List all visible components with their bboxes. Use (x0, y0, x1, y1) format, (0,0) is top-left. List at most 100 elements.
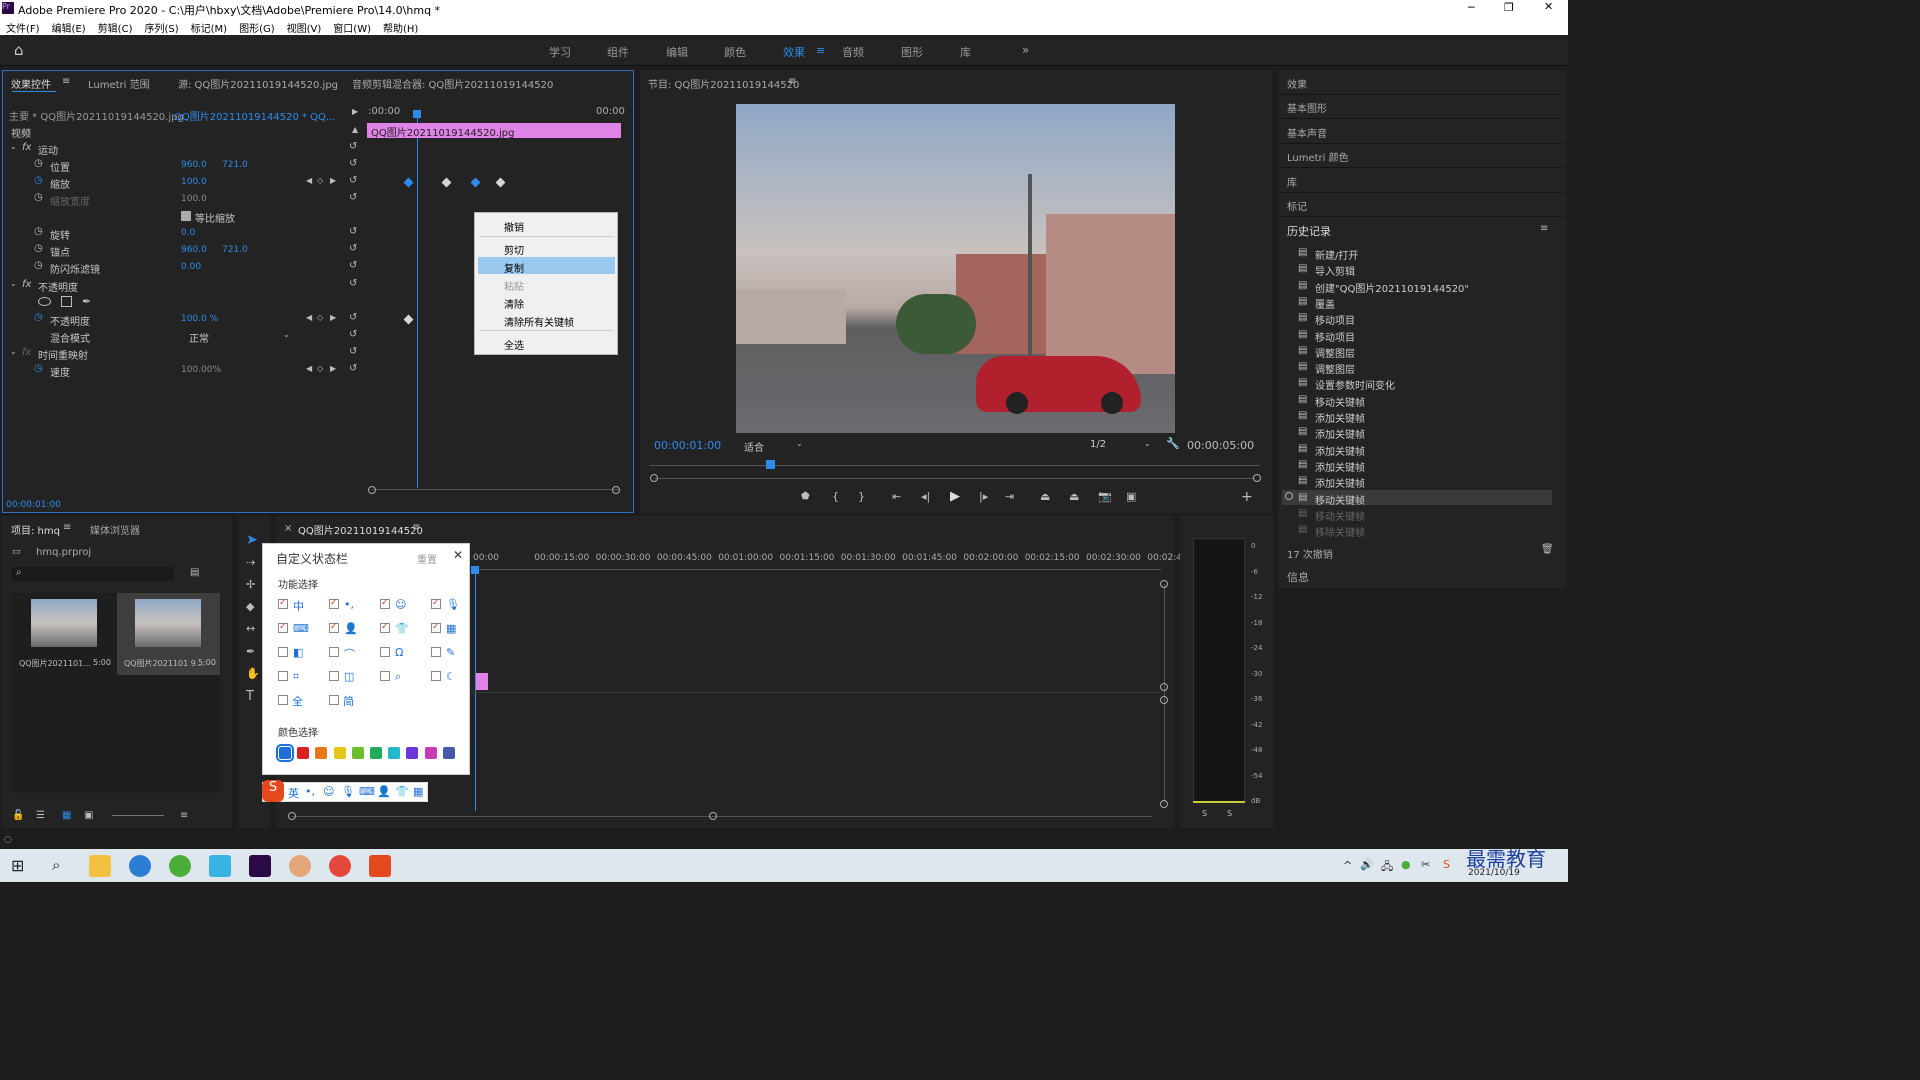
uniform-scale-checkbox[interactable] (181, 211, 191, 221)
ime-option-checkbox[interactable] (278, 695, 288, 705)
flicker-row-value[interactable]: 0.00 (181, 262, 201, 272)
history-item[interactable]: 覆盖 (1315, 296, 1335, 311)
button-editor-icon[interactable]: + (1241, 489, 1253, 505)
reset-icon[interactable]: ↺ (349, 192, 357, 203)
chevron-down-icon[interactable]: ⌄ (796, 439, 803, 448)
stopwatch-icon[interactable]: ◷ (34, 226, 43, 237)
ime-option-checkbox[interactable] (431, 598, 441, 609)
edge-browser-icon[interactable] (129, 855, 151, 877)
history-item[interactable]: 移动关键帧 (1315, 508, 1365, 523)
rotation-row-value[interactable]: 0.0 (181, 228, 195, 238)
tab-project[interactable]: 项目: hmq (11, 522, 60, 537)
reset-icon[interactable]: ↺ (349, 226, 357, 237)
effect-controls-timecode[interactable]: 00:00:01:00 (6, 500, 61, 510)
lift-icon[interactable]: ⏏ (1040, 490, 1050, 503)
workspace-tab[interactable]: 编辑 (666, 44, 688, 60)
app-icon[interactable] (169, 855, 191, 877)
stopwatch-icon[interactable]: ◷ (34, 312, 43, 323)
opacity-row-value[interactable]: 100.0 % (181, 314, 218, 324)
ime-option-checkbox[interactable] (329, 598, 339, 609)
right-panel-tab[interactable]: 效果 (1287, 76, 1307, 91)
reset-icon[interactable]: ↺ (349, 141, 357, 152)
stopwatch-icon[interactable]: ◷ (34, 363, 43, 374)
tab-lumetri-scopes[interactable]: Lumetri 范围 (88, 76, 150, 91)
panel-menu-icon[interactable]: ≡ (62, 76, 70, 87)
step-forward-icon[interactable]: |▸ (979, 490, 988, 503)
premiere-taskbar-icon[interactable] (249, 855, 271, 877)
color-swatch[interactable] (333, 747, 346, 759)
close-tab-icon[interactable]: × (284, 523, 292, 534)
program-monitor-title[interactable]: 节目: QQ图片20211019144520 (648, 76, 799, 91)
scroll-handle-icon[interactable] (368, 486, 376, 494)
history-item[interactable]: 移除关键帧 (1315, 524, 1365, 539)
skin-icon[interactable]: 👕 (395, 785, 409, 798)
close-icon[interactable]: ✕ (1544, 0, 1553, 13)
add-keyframe-icon[interactable]: ◇ (317, 313, 323, 322)
new-bin-icon[interactable]: ▤ (190, 567, 199, 578)
ime-option-checkbox[interactable] (380, 647, 390, 657)
ime-option-checkbox[interactable] (431, 671, 441, 681)
solo-button[interactable]: S (1202, 809, 1207, 818)
scale-row-value[interactable]: 100.0 (181, 177, 207, 187)
mark-out-icon[interactable]: } (858, 490, 865, 503)
scroll-handle-icon[interactable] (1160, 696, 1168, 704)
scroll-handle-icon[interactable] (612, 486, 620, 494)
menu-item[interactable]: 序列(S) (144, 24, 178, 35)
ime-option-checkbox[interactable] (380, 622, 390, 633)
timeline-clip[interactable] (476, 673, 488, 690)
home-icon[interactable]: ⌂ (14, 41, 24, 59)
tab-source[interactable]: 源: QQ图片20211019144520.jpg (178, 76, 338, 91)
right-panel-tab[interactable]: 基本声音 (1287, 125, 1327, 140)
reset-icon[interactable]: ↺ (349, 175, 357, 186)
toolbox-icon[interactable]: ▦ (413, 785, 423, 798)
reset-icon[interactable]: ↺ (349, 260, 357, 271)
menu-item-undo[interactable]: 撤销 (504, 219, 524, 234)
scroll-handle-icon[interactable] (1160, 800, 1168, 808)
color-swatch[interactable] (388, 747, 401, 759)
hand-tool-icon[interactable]: ✋ (246, 667, 260, 680)
minimize-icon[interactable]: ─ (1468, 1, 1475, 14)
freeform-view-icon[interactable]: ▣ (84, 810, 93, 821)
ime-option-checkbox[interactable] (329, 695, 339, 705)
solo-button[interactable]: S (1227, 809, 1232, 818)
scroll-handle-icon[interactable] (1160, 580, 1168, 588)
chrome-icon[interactable] (329, 855, 351, 877)
history-item[interactable]: 添加关键帧 (1315, 410, 1365, 425)
slip-tool-icon[interactable]: ↔ (246, 622, 255, 635)
tab-audio-clip-mixer[interactable]: 音频剪辑混合器: QQ图片20211019144520 (352, 76, 553, 91)
tray-app-icon[interactable]: ✂ (1421, 858, 1430, 871)
rectangle-mask-icon[interactable] (61, 296, 72, 307)
collapse-arrow-icon[interactable]: ⌄ (10, 347, 17, 356)
menu-item-clear[interactable]: 清除 (504, 296, 524, 311)
next-keyframe-icon[interactable]: ▶ (330, 364, 336, 373)
network-icon[interactable]: 🖧 (1381, 858, 1393, 877)
panel-menu-icon[interactable]: ≡ (63, 522, 71, 533)
track-select-tool-icon[interactable]: ⇢ (246, 556, 255, 569)
ime-option-checkbox[interactable] (278, 671, 288, 681)
blend-mode-dropdown[interactable]: 正常 (189, 330, 209, 345)
tab-effect-controls[interactable]: 效果控件 (11, 76, 51, 91)
scroll-handle-icon[interactable] (709, 812, 717, 820)
keyboard-icon[interactable]: ⌨ (359, 785, 375, 798)
color-swatch[interactable] (351, 747, 364, 759)
ripple-edit-tool-icon[interactable]: ✢ (246, 578, 255, 591)
history-item[interactable]: 移动项目 (1315, 329, 1355, 344)
history-item[interactable]: 新建/打开 (1315, 247, 1358, 262)
menu-item[interactable]: 文件(F) (6, 24, 40, 35)
tray-app-icon[interactable]: ● (1401, 858, 1411, 871)
right-panel-tab[interactable]: 基本图形 (1287, 100, 1327, 115)
app-icon[interactable] (209, 855, 231, 877)
color-swatch[interactable] (315, 747, 328, 759)
next-keyframe-icon[interactable]: ▶ (330, 176, 336, 185)
ime-english-mode[interactable]: 英 (288, 785, 299, 801)
panel-menu-icon[interactable]: ≡ (1540, 223, 1548, 234)
stopwatch-icon[interactable]: ◷ (34, 260, 43, 271)
ime-option-checkbox[interactable] (431, 647, 441, 657)
horizontal-scrollbar[interactable] (292, 816, 1152, 817)
menu-item-select-all[interactable]: 全选 (504, 337, 524, 352)
project-search-input[interactable] (11, 567, 174, 581)
vertical-scrollbar[interactable] (1164, 584, 1165, 804)
ime-option-checkbox[interactable] (278, 647, 288, 657)
ellipse-mask-icon[interactable] (38, 297, 51, 306)
zoom-slider[interactable] (112, 815, 164, 816)
